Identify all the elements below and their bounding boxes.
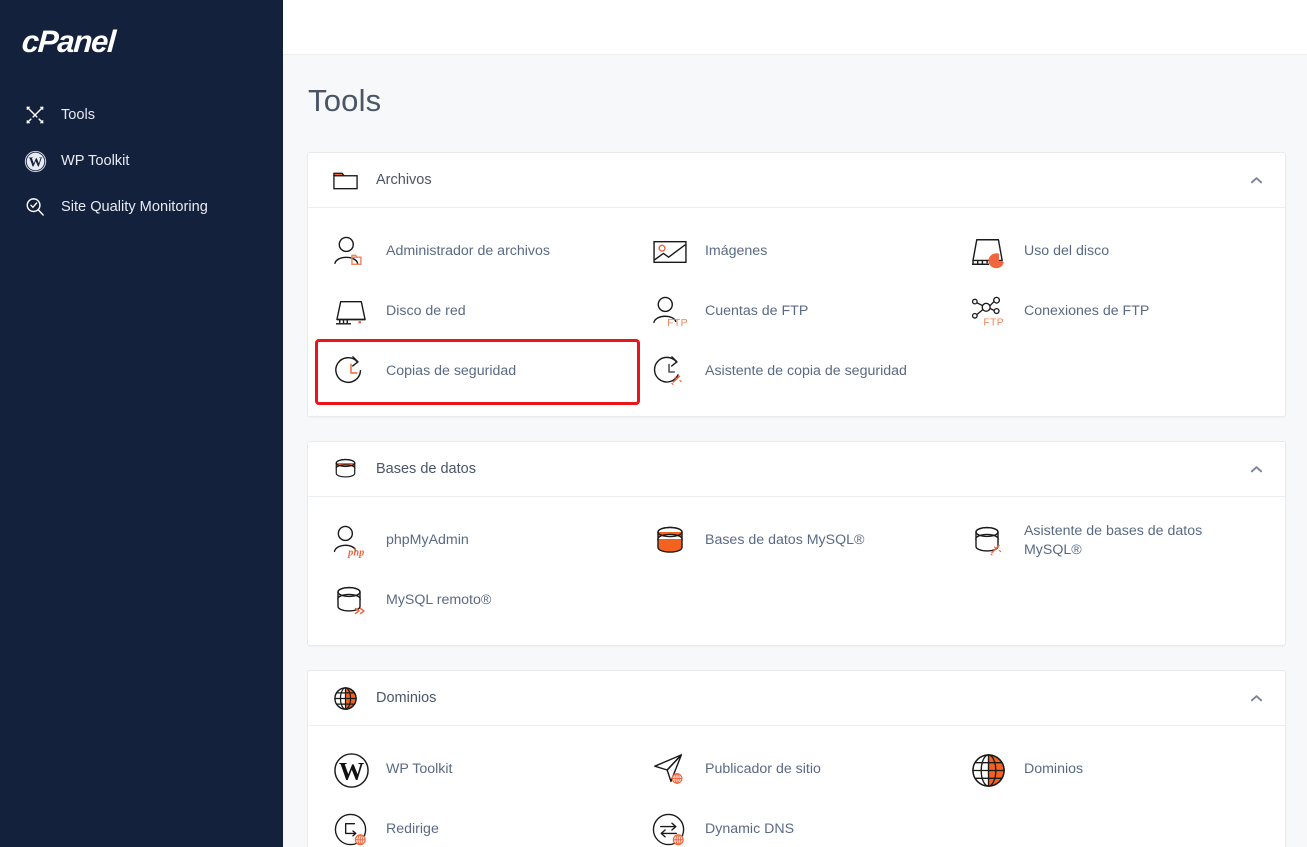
magnifier-check-icon <box>22 194 48 220</box>
section-title: Dominios <box>376 690 437 706</box>
tool-label: Asistente de copia de seguridad <box>704 363 907 380</box>
network-disk-icon <box>330 291 372 333</box>
section-header-bases-de-datos[interactable]: Bases de datos <box>308 442 1285 497</box>
tool-imagenes[interactable]: Imágenes <box>637 222 956 282</box>
tool-asistente-de-copia-de-seguridad[interactable]: Asistente de copia de seguridad <box>637 342 956 402</box>
tool-label: Dominios <box>1023 761 1084 778</box>
phpmyadmin-icon: php <box>330 520 372 562</box>
svg-text:php: php <box>347 548 364 559</box>
tool-label: MySQL remoto® <box>386 592 492 609</box>
section-title: Bases de datos <box>376 461 476 477</box>
tool-conexiones-de-ftp[interactable]: FTP Conexiones de FTP <box>956 282 1275 342</box>
page-title: Tools <box>308 83 382 118</box>
sidebar-item-site-quality-monitoring[interactable]: Site Quality Monitoring <box>0 184 283 230</box>
sidebar-nav: Tools W WP Toolkit Site Quality Monitori… <box>0 92 283 230</box>
tool-asistente-de-bases-de-datos-mysql[interactable]: Asistente de bases de datos MySQL® <box>956 511 1275 571</box>
tools-icon <box>22 102 48 128</box>
tool-label: Publicador de sitio <box>704 761 821 778</box>
sidebar-item-label: WP Toolkit <box>61 153 130 169</box>
wordpress-icon: W <box>22 148 48 174</box>
tool-label: Dynamic DNS <box>704 821 795 838</box>
sidebar-item-tools[interactable]: Tools <box>0 92 283 138</box>
main-area: Tools Archivos Administrador de archivos… <box>283 0 1307 847</box>
tool-dominios[interactable]: Dominios <box>956 740 1275 800</box>
globe-icon <box>330 683 360 713</box>
section-title: Archivos <box>376 172 432 188</box>
tool-administrador-de-archivos[interactable]: Administrador de archivos <box>318 222 637 282</box>
tool-label: Imágenes <box>704 243 768 260</box>
mysql-wizard-icon <box>968 520 1010 562</box>
tool-redirige[interactable]: Redirige <box>318 800 637 847</box>
tool-cuentas-de-ftp[interactable]: FTP Cuentas de FTP <box>637 282 956 342</box>
database-icon <box>330 454 360 484</box>
content-scroll-area[interactable]: Tools Archivos Administrador de archivos… <box>283 55 1307 847</box>
tool-label: Bases de datos MySQL® <box>704 532 865 549</box>
tool-dynamic-dns[interactable]: Dynamic DNS <box>637 800 956 847</box>
tool-label: WP Toolkit <box>386 761 453 778</box>
tool-phpmyadmin[interactable]: php phpMyAdmin <box>318 511 637 571</box>
cpanel-logo: cPanel <box>20 24 116 59</box>
sidebar: cPanel Tools W WP Toolkit Site Quality M… <box>0 0 283 847</box>
folder-icon <box>330 165 360 195</box>
backup-wizard-icon <box>649 351 691 393</box>
brand[interactable]: cPanel <box>0 0 283 78</box>
section-archivos: Archivos Administrador de archivos Imáge… <box>307 152 1286 417</box>
mysql-databases-icon <box>649 520 691 562</box>
section-body-dominios: W WP Toolkit Publicador de sitio Dominio… <box>308 726 1285 847</box>
section-header-dominios[interactable]: Dominios <box>308 671 1285 726</box>
tool-mysql-remoto[interactable]: MySQL remoto® <box>318 571 637 631</box>
tool-copias-de-seguridad[interactable]: Copias de seguridad <box>315 339 640 405</box>
sidebar-item-label: Tools <box>61 107 96 123</box>
chevron-up-icon[interactable] <box>1245 687 1267 709</box>
tool-sections: Archivos Administrador de archivos Imáge… <box>283 119 1307 847</box>
images-icon <box>649 231 691 273</box>
tool-label: Copias de seguridad <box>386 363 517 380</box>
section-dominios: Dominios W WP Toolkit Publicador de siti… <box>307 670 1286 847</box>
tool-disco-de-red[interactable]: Disco de red <box>318 282 637 342</box>
svg-text:W: W <box>28 155 42 170</box>
top-header-bar <box>283 0 1307 55</box>
wordpress-icon: W <box>330 749 372 791</box>
tool-label: Conexiones de FTP <box>1023 303 1150 320</box>
tool-wp-toolkit[interactable]: W WP Toolkit <box>318 740 637 800</box>
tool-label: Cuentas de FTP <box>704 303 809 320</box>
globe-icon <box>968 749 1010 791</box>
chevron-up-icon[interactable] <box>1245 458 1267 480</box>
svg-text:FTP: FTP <box>983 318 1004 329</box>
sidebar-item-label: Site Quality Monitoring <box>61 199 208 215</box>
section-bases-de-datos: Bases de datos php phpMyAdmin Bases de d… <box>307 441 1286 646</box>
tool-label: Administrador de archivos <box>386 243 551 260</box>
chevron-up-icon[interactable] <box>1245 169 1267 191</box>
section-header-archivos[interactable]: Archivos <box>308 153 1285 208</box>
svg-text:FTP: FTP <box>667 318 688 329</box>
tool-label: Redirige <box>386 821 439 838</box>
ftp-connections-icon: FTP <box>968 291 1010 333</box>
tool-uso-del-disco[interactable]: Uso del disco <box>956 222 1275 282</box>
tool-label: phpMyAdmin <box>386 532 469 549</box>
tool-label: Disco de red <box>386 303 466 320</box>
disk-usage-icon <box>968 231 1010 273</box>
dynamic-dns-icon <box>649 809 691 847</box>
section-body-archivos: Administrador de archivos Imágenes Uso d… <box>308 208 1285 416</box>
svg-text:W: W <box>338 757 363 785</box>
tool-bases-de-datos-mysql[interactable]: Bases de datos MySQL® <box>637 511 956 571</box>
cpanel-app: cPanel Tools W WP Toolkit Site Quality M… <box>0 0 1307 847</box>
remote-mysql-icon <box>330 580 372 622</box>
backup-icon <box>330 351 372 393</box>
tool-label: Uso del disco <box>1023 243 1110 260</box>
sidebar-item-wp-toolkit[interactable]: W WP Toolkit <box>0 138 283 184</box>
site-publisher-icon <box>649 749 691 791</box>
section-body-bases-de-datos: php phpMyAdmin Bases de datos MySQL® Asi… <box>308 497 1285 645</box>
tool-publicador-de-sitio[interactable]: Publicador de sitio <box>637 740 956 800</box>
redirects-icon <box>330 809 372 847</box>
file-manager-icon <box>330 231 372 273</box>
tool-label: Asistente de bases de datos MySQL® <box>1023 522 1203 558</box>
ftp-accounts-icon: FTP <box>649 291 691 333</box>
